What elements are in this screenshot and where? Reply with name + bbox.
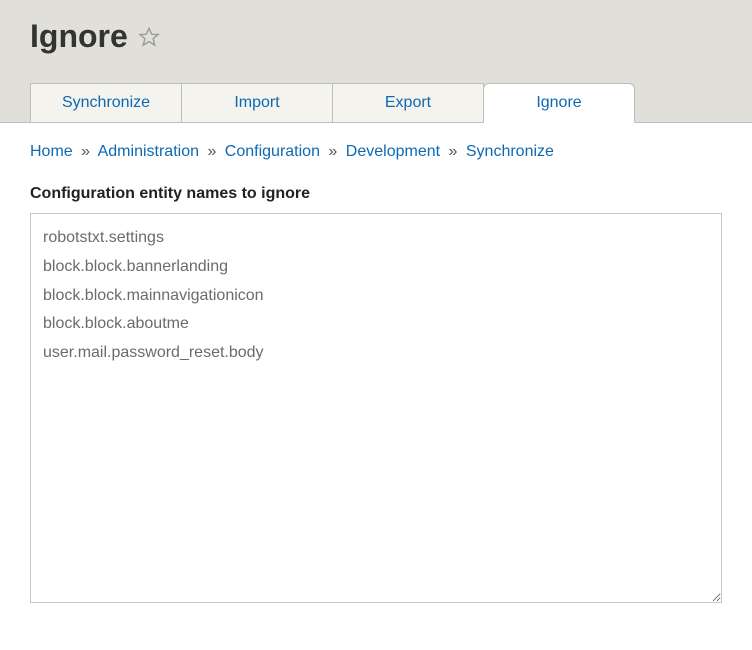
breadcrumb-synchronize[interactable]: Synchronize — [466, 143, 554, 160]
page-title-row: Ignore — [30, 18, 722, 83]
breadcrumb-sep: » — [449, 143, 458, 160]
header-region: Ignore Synchronize Import Export Ignore — [0, 0, 752, 122]
page-title: Ignore — [30, 18, 128, 55]
breadcrumb-configuration[interactable]: Configuration — [225, 143, 320, 160]
breadcrumb-sep: » — [207, 143, 216, 160]
tab-ignore[interactable]: Ignore — [483, 83, 635, 123]
breadcrumb-home[interactable]: Home — [30, 143, 73, 160]
tab-export[interactable]: Export — [332, 83, 484, 122]
tab-synchronize[interactable]: Synchronize — [30, 83, 182, 122]
tabs: Synchronize Import Export Ignore — [30, 83, 722, 122]
breadcrumb-administration[interactable]: Administration — [98, 143, 199, 160]
content-region: Home » Administration » Configuration » … — [0, 122, 752, 627]
tab-import[interactable]: Import — [181, 83, 333, 122]
breadcrumb: Home » Administration » Configuration » … — [30, 143, 722, 161]
breadcrumb-development[interactable]: Development — [346, 143, 440, 160]
breadcrumb-sep: » — [81, 143, 90, 160]
config-names-textarea[interactable] — [30, 213, 722, 603]
breadcrumb-sep: » — [328, 143, 337, 160]
config-names-label: Configuration entity names to ignore — [30, 185, 722, 203]
star-icon[interactable] — [138, 26, 160, 48]
